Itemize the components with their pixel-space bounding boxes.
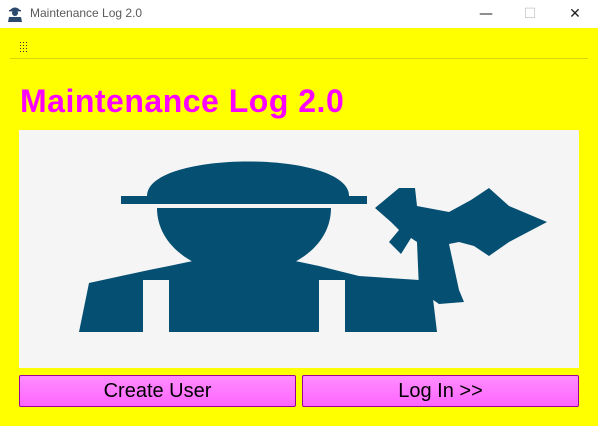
log-in-label: Log In >> — [398, 379, 483, 402]
minimize-button[interactable]: — — [464, 0, 508, 28]
close-button[interactable]: ✕ — [553, 0, 597, 28]
window-title: Maintenance Log 2.0 — [30, 6, 143, 20]
logo-panel — [19, 130, 579, 368]
toolbar-separator — [10, 58, 588, 59]
title-bar: Maintenance Log 2.0 — ☐ ✕ — [0, 0, 598, 28]
page-title: Maintenance Log 2.0 — [20, 83, 345, 119]
minimize-icon: — — [479, 6, 493, 22]
maximize-button[interactable]: ☐ — [508, 0, 552, 28]
close-icon: ✕ — [569, 6, 581, 22]
create-user-button[interactable]: Create User — [19, 375, 296, 407]
log-in-button[interactable]: Log In >> — [302, 375, 579, 407]
toolbar-grip-icon[interactable] — [19, 42, 29, 54]
worker-with-wrench-icon — [79, 161, 559, 368]
maximize-icon: ☐ — [523, 6, 537, 22]
app-icon — [8, 7, 22, 22]
main-panel: Maintenance Log 2.0 Create User Log In >… — [0, 28, 598, 426]
create-user-label: Create User — [103, 379, 212, 402]
